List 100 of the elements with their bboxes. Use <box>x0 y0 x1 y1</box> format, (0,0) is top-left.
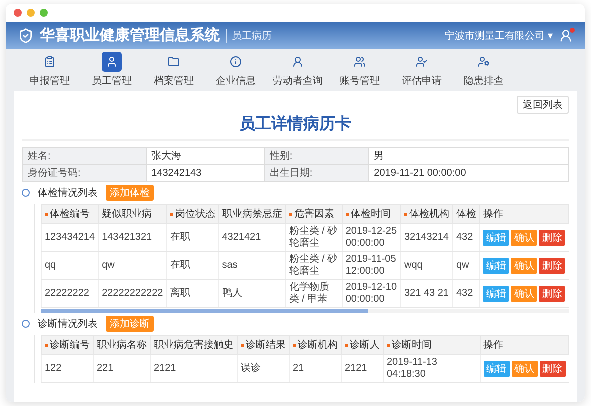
edit-button[interactable]: 编辑 <box>483 286 510 302</box>
table-cell: 粉尘类 / 砂轮磨尘 <box>286 252 342 280</box>
column-header: 诊断人 <box>342 336 384 354</box>
edit-button[interactable]: 编辑 <box>483 258 510 274</box>
avatar-icon[interactable] <box>559 28 573 42</box>
nav-item[interactable]: 企业信息 <box>210 52 262 88</box>
nav-label: 档案管理 <box>154 74 194 88</box>
section-title: 体检情况列表 <box>38 186 98 200</box>
nav-item[interactable]: 劳动者查询 <box>272 52 324 88</box>
table-cell: 在职 <box>166 252 219 280</box>
delete-button[interactable]: 删除 <box>539 286 566 302</box>
table-cell: 2019-12-25 00:00:00 <box>342 224 401 252</box>
confirm-button[interactable]: 确认 <box>512 360 538 376</box>
table-cell: 化学物质类 / 甲苯 <box>286 280 342 308</box>
nav-label: 劳动者查询 <box>273 74 323 88</box>
table-cell: 21 <box>290 354 342 382</box>
table-cell: 22222222222 <box>98 280 167 308</box>
table-cell: 2121 <box>342 354 384 382</box>
table-cell: sas <box>218 252 286 280</box>
info-value: 张大海 <box>146 148 264 164</box>
nav-item[interactable]: 员工管理 <box>86 52 138 88</box>
table-cell: 误诊 <box>238 354 290 382</box>
table-cell: 2019-12-10 00:00:00 <box>342 280 401 308</box>
confirm-button[interactable]: 确认 <box>511 286 538 302</box>
table-cell: 在职 <box>166 224 219 252</box>
edit-button[interactable]: 编辑 <box>483 230 510 246</box>
back-button[interactable]: 返回列表 <box>517 96 569 114</box>
scrollbar[interactable] <box>41 309 569 313</box>
nav-item[interactable]: 申报管理 <box>24 52 76 88</box>
table-cell: qw <box>452 252 480 280</box>
info-value: 2019-11-21 00:00:00 <box>368 164 568 182</box>
info-value: 143242143 <box>146 164 264 182</box>
table-cell: 123434214 <box>42 224 99 252</box>
delete-button[interactable]: 删除 <box>539 258 566 274</box>
column-header: 危害因素 <box>286 204 342 224</box>
page-subtitle: 员工病历 <box>226 28 272 42</box>
nav-label: 申报管理 <box>30 74 70 88</box>
table-cell: 鸭人 <box>218 280 286 308</box>
column-header: 操作 <box>480 336 568 354</box>
info-label: 性别: <box>264 148 369 164</box>
window-control-icon[interactable] <box>40 9 48 17</box>
add-button[interactable]: 添加体检 <box>106 185 154 201</box>
info-label: 身份证号码: <box>22 164 146 182</box>
column-header: 操作 <box>480 204 568 224</box>
column-header: 体检机构 <box>400 204 453 224</box>
column-header: 职业病禁忌症 <box>218 204 286 224</box>
table-cell: 221 <box>94 354 150 382</box>
table-cell: 122 <box>42 354 94 382</box>
column-header: 体检编号 <box>42 204 99 224</box>
window-control-icon[interactable] <box>14 9 22 17</box>
nav-label: 评估申请 <box>402 74 442 88</box>
info-label: 姓名: <box>22 148 146 164</box>
timeline-node-icon <box>22 189 30 197</box>
app-title: 华喜职业健康管理信息系统 <box>40 26 220 45</box>
table-cell: qq <box>42 252 99 280</box>
table-cell: 2121 <box>150 354 238 382</box>
company-dropdown[interactable]: 宁波市测量工有限公司 ▾ <box>445 28 553 42</box>
column-header: 疑似职业病 <box>98 204 167 224</box>
card-title: 员工详情病历卡 <box>22 114 569 141</box>
info-label: 出生日期: <box>264 164 369 182</box>
confirm-button[interactable]: 确认 <box>511 258 538 274</box>
column-header: 诊断机构 <box>290 336 342 354</box>
nav-item[interactable]: 档案管理 <box>148 52 200 88</box>
table-cell: 143421321 <box>98 224 167 252</box>
window-control-icon[interactable] <box>27 9 35 17</box>
column-header: 体检时间 <box>342 204 401 224</box>
table-cell: 432 <box>452 224 480 252</box>
nav-icon <box>102 52 122 72</box>
nav-item[interactable]: 隐患排查 <box>458 52 510 88</box>
table-cell: qw <box>98 252 167 280</box>
table-cell: 321 43 21 <box>400 280 453 308</box>
table-cell: 32143214 <box>400 224 453 252</box>
table-cell: 粉尘类 / 砂轮磨尘 <box>286 224 342 252</box>
timeline-node-icon <box>22 320 30 328</box>
table-cell: 22222222 <box>42 280 99 308</box>
column-header: 职业病危害接触史 <box>150 336 238 354</box>
delete-button[interactable]: 删除 <box>539 230 566 246</box>
table-cell: wqq <box>400 252 453 280</box>
column-header: 诊断时间 <box>384 336 480 354</box>
add-button[interactable]: 添加诊断 <box>106 316 154 332</box>
table-cell: 离职 <box>166 280 219 308</box>
edit-button[interactable]: 编辑 <box>484 360 510 376</box>
nav-item[interactable]: 评估申请 <box>396 52 448 88</box>
column-header: 岗位状态 <box>166 204 219 224</box>
nav-item[interactable]: 账号管理 <box>334 52 386 88</box>
column-header: 诊断编号 <box>42 336 94 354</box>
table-cell: 2019-11-05 12:00:00 <box>342 252 401 280</box>
table-cell: 432 <box>452 280 480 308</box>
logo-icon <box>18 28 34 44</box>
column-header: 体检 <box>452 204 480 224</box>
nav-label: 账号管理 <box>340 74 380 88</box>
column-header: 职业病名称 <box>94 336 150 354</box>
table-cell: 4321421 <box>218 224 286 252</box>
confirm-button[interactable]: 确认 <box>511 230 538 246</box>
nav-label: 企业信息 <box>216 74 256 88</box>
info-value: 男 <box>368 148 568 164</box>
column-header: 诊断结果 <box>238 336 290 354</box>
delete-button[interactable]: 删除 <box>540 360 566 376</box>
nav-label: 隐患排查 <box>464 74 504 88</box>
nav-label: 员工管理 <box>92 75 132 88</box>
